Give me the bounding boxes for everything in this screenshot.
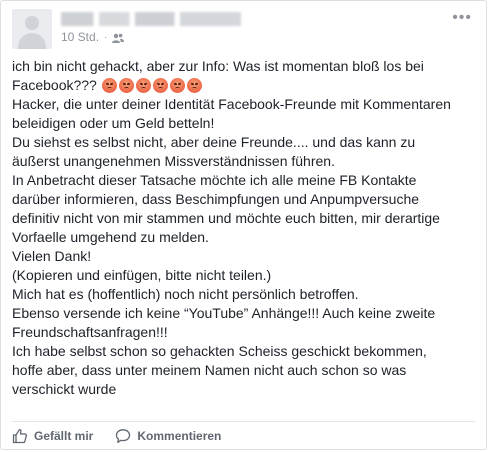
- post-line: Freundschaftsanfragen!!!: [12, 324, 168, 340]
- post-line: Facebook???: [12, 76, 474, 95]
- post-meta: 10 Std. ·: [61, 30, 125, 44]
- post-header: 10 Std. · •••: [12, 9, 476, 49]
- post-line: Mich hat es (hoffentlich) noch nicht per…: [12, 286, 359, 302]
- angry-face-emoji: [135, 78, 151, 93]
- friends-icon[interactable]: [112, 32, 125, 43]
- post-line-text: Facebook???: [12, 77, 97, 93]
- angry-face-emoji: [169, 78, 185, 93]
- post-card: 10 Std. · ••• ich bin nicht gehackt, abe…: [0, 0, 487, 450]
- angry-face-emoji: [152, 78, 168, 93]
- post-line: Ich habe selbst schon so gehackten Schei…: [12, 343, 427, 359]
- post-line: (Kopieren und einfügen, bitte nicht teil…: [12, 267, 272, 283]
- meta-separator: ·: [104, 31, 108, 43]
- actions-divider: [12, 421, 475, 422]
- avatar[interactable]: [12, 9, 52, 49]
- like-label: Gefällt mir: [34, 429, 94, 443]
- post-text: ich bin nicht gehackt, aber zur Info: Wa…: [12, 57, 474, 399]
- angry-face-emoji: [101, 78, 117, 93]
- emoji-group: [101, 78, 202, 93]
- comment-button[interactable]: Kommentieren: [115, 428, 221, 444]
- post-line: äußerst unangenehmen Missverständnissen …: [12, 153, 335, 169]
- angry-face-emoji: [118, 78, 134, 93]
- post-line: verschickt wurde: [12, 381, 117, 397]
- post-line: hoffe aber, dass unter meinem Namen nich…: [12, 362, 407, 378]
- post-line: ich bin nicht gehackt, aber zur Info: Wa…: [12, 58, 424, 74]
- post-line: Vielen Dank!: [12, 248, 92, 264]
- comment-bubble-icon: [115, 428, 131, 444]
- post-line: darüber informieren, dass Beschimpfungen…: [12, 191, 420, 207]
- like-button[interactable]: Gefällt mir: [12, 428, 93, 444]
- author-name-blurred[interactable]: [61, 12, 241, 26]
- post-line: Hacker, die unter deiner Identität Faceb…: [12, 96, 451, 112]
- comment-label: Kommentieren: [137, 429, 222, 443]
- angry-face-emoji: [186, 78, 202, 93]
- post-line: beleidigen oder um Geld betteln!: [12, 115, 215, 131]
- post-line: In Anbetracht dieser Tatsache möchte ich…: [12, 172, 417, 188]
- post-line: definitiv nicht von mir stammen und möch…: [12, 210, 440, 226]
- thumbs-up-icon: [12, 428, 28, 444]
- post-timestamp[interactable]: 10 Std.: [61, 30, 99, 44]
- post-line: Ebenso versende ich keine “YouTube” Anhä…: [12, 305, 436, 321]
- post-line: Vorfaelle umgehend zu melden.: [12, 229, 209, 245]
- post-actions: Gefällt mir Kommentieren: [12, 426, 475, 446]
- post-line: Du siehst es selbst nicht, aber deine Fr…: [12, 134, 416, 150]
- ellipsis-icon[interactable]: •••: [452, 10, 472, 26]
